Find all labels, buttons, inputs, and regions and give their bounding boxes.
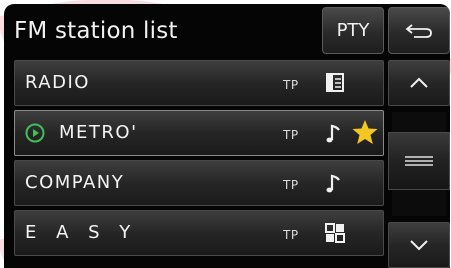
menu-lines-icon xyxy=(405,156,433,166)
scroll-bar xyxy=(388,60,450,268)
pty-button[interactable]: PTY xyxy=(322,7,384,54)
chevron-down-icon xyxy=(410,240,428,251)
station-name: E A S Y xyxy=(25,222,138,243)
page-title: FM station list xyxy=(14,18,178,44)
station-row-company[interactable]: COMPANY TP xyxy=(14,160,384,206)
music-note-icon xyxy=(326,174,340,193)
chevron-up-icon xyxy=(410,77,428,88)
station-name: COMPANY xyxy=(25,172,125,193)
tp-indicator: TP xyxy=(283,178,299,192)
tp-indicator: TP xyxy=(283,78,299,92)
station-row-metro[interactable]: METRO' TP xyxy=(14,110,384,156)
scroll-down-button[interactable] xyxy=(388,222,450,268)
station-name: RADIO xyxy=(25,72,90,93)
text-info-icon xyxy=(326,73,344,92)
tp-indicator: TP xyxy=(283,228,299,242)
radio-screen: FM station list PTY RADIO TP METRO' TP C… xyxy=(4,4,450,268)
back-arrow-icon xyxy=(405,23,432,38)
playing-icon xyxy=(25,123,45,143)
station-row-radio[interactable]: RADIO TP xyxy=(14,60,384,106)
station-name: METRO' xyxy=(59,122,138,143)
music-note-icon xyxy=(326,124,340,143)
back-button[interactable] xyxy=(388,7,450,54)
scroll-thumb[interactable] xyxy=(388,132,450,190)
station-row-easy[interactable]: E A S Y TP xyxy=(14,210,384,256)
scroll-up-button[interactable] xyxy=(388,60,450,106)
tp-indicator: TP xyxy=(283,128,299,142)
grid-icon xyxy=(325,223,345,243)
favorite-star-icon[interactable] xyxy=(351,118,379,146)
